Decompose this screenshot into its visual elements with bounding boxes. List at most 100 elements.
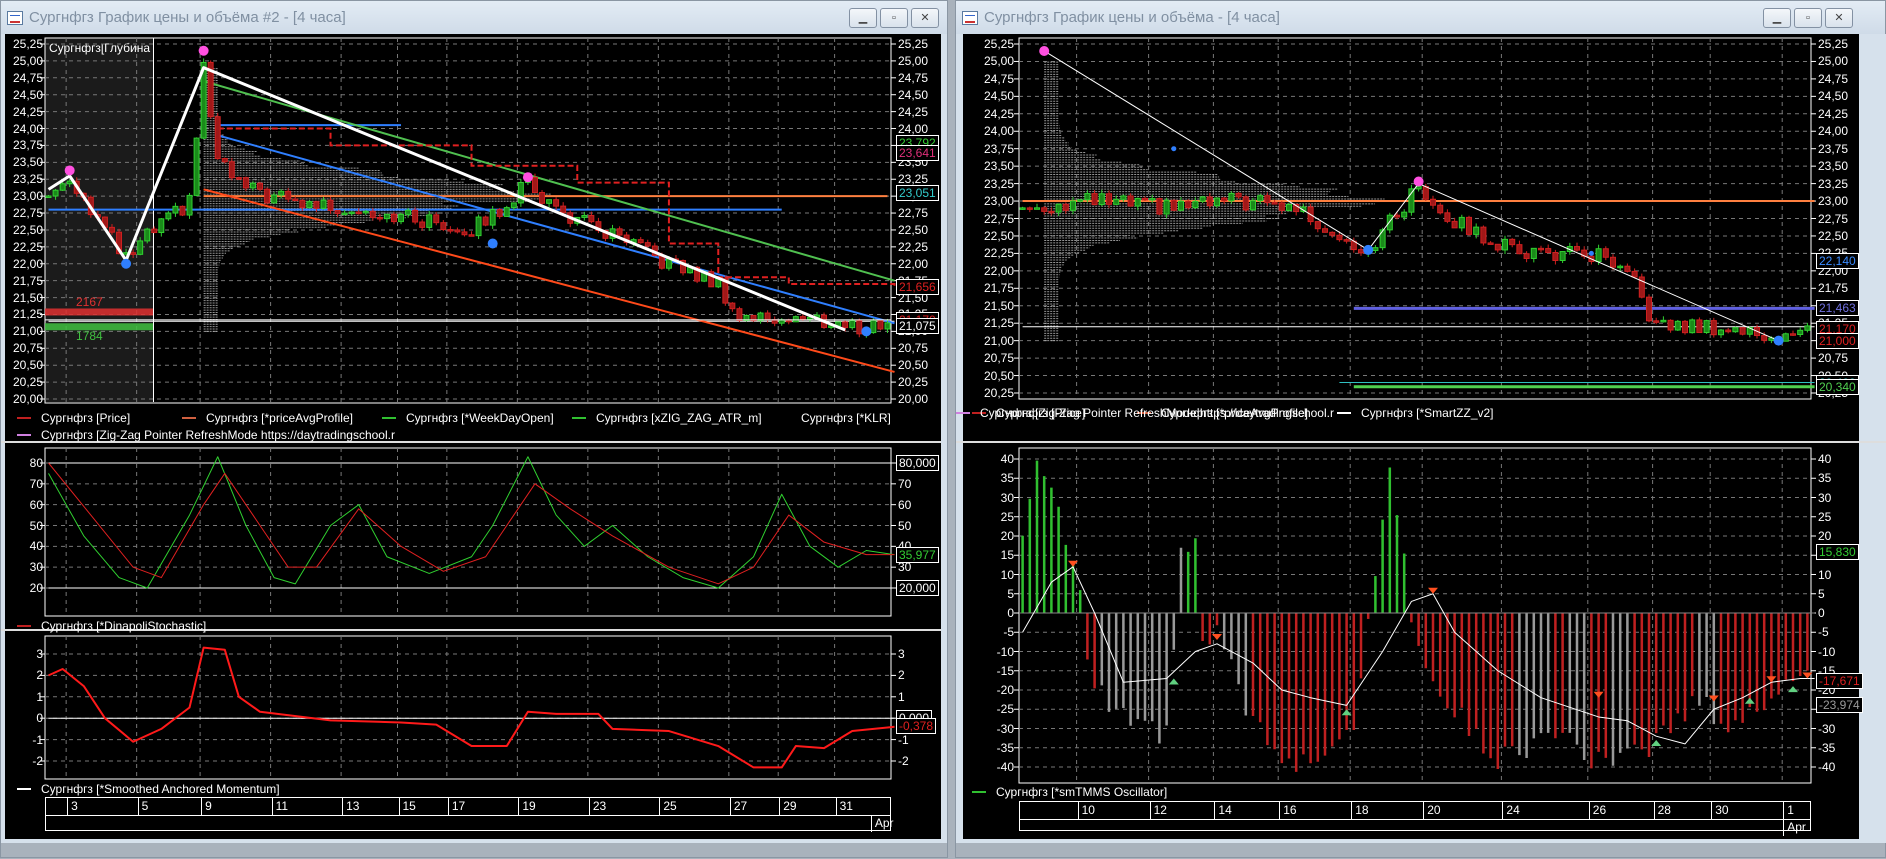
axis-label-left: 25,25 <box>983 37 1014 51</box>
legend-label: Сургнфгз [*SmartZZ_v2] <box>1361 406 1494 420</box>
depth-bid-volume: 1784 <box>76 329 103 344</box>
candle-body <box>1573 246 1581 251</box>
candle-body <box>1264 195 1271 204</box>
candle-body <box>1609 256 1617 268</box>
axis-label-left: 23,25 <box>12 172 43 187</box>
axis-label-right: 60 <box>898 497 912 512</box>
candle-body <box>496 209 503 217</box>
value-badge: 21,463 <box>1816 300 1859 317</box>
axis-label-right: 25,25 <box>898 37 929 51</box>
candle-body <box>1134 197 1141 207</box>
date-label: 15 <box>398 798 416 815</box>
legend-label: Сургнфгз [Zig-Zag Pointer RefreshMode ht… <box>41 428 395 442</box>
axis-label-right: 50 <box>898 518 912 533</box>
buy-signal-triangle <box>1651 740 1662 747</box>
candle-body <box>1537 247 1545 251</box>
legend-label: Сургнфгз [Zig-Zag Pointer RefreshMode ht… <box>980 406 1334 420</box>
zigzag-pointer-dot <box>121 258 132 269</box>
axis-label-left: 22,25 <box>12 239 43 254</box>
candle-body <box>1717 329 1725 336</box>
candle-body <box>475 216 482 237</box>
legend-swatch <box>182 417 196 419</box>
candle-body <box>1314 221 1321 230</box>
candle-body <box>1048 210 1055 214</box>
axis-label-right: 35 <box>1818 471 1832 486</box>
candle-body <box>250 182 256 189</box>
axis-label-left: 60 <box>29 497 43 512</box>
axis-label-right: 22,50 <box>1818 228 1849 243</box>
axis-label-left: 40 <box>29 539 43 554</box>
candle-body <box>1120 195 1127 200</box>
legend-item: Сургнфгз [*KLR] <box>777 411 891 425</box>
axis-label-left: -35 <box>996 740 1014 755</box>
date-label: 23 <box>588 798 606 815</box>
candle-body <box>1444 212 1451 222</box>
buy-signal-triangle <box>1744 697 1755 704</box>
legend-item: Сургнфгз [Price] <box>17 411 130 425</box>
axis-label-right: 22,25 <box>898 239 929 254</box>
candle-body <box>1228 192 1235 202</box>
date-label: 11 <box>271 798 288 815</box>
candle-body <box>1062 203 1069 211</box>
zigzag-pointer-dot <box>1363 244 1374 255</box>
date-axis[interactable]: 3 5 9 11 13 15 17 19 23 25 27 29 31 Apr <box>45 797 894 832</box>
candle-body <box>1725 329 1732 333</box>
candle-body <box>1689 319 1696 334</box>
candle-body <box>1329 231 1336 236</box>
candle-body <box>362 210 369 214</box>
candle-body <box>1437 204 1444 214</box>
date-axis[interactable]: 10 12 14 16 18 20 24 26 28 30 1 Apr <box>1019 801 1811 836</box>
candle-body <box>1149 198 1156 201</box>
axis-label-left: 24,00 <box>983 124 1014 139</box>
candle-body <box>341 212 348 216</box>
axis-label-left: 20,50 <box>983 368 1014 383</box>
value-badge: 21,075 <box>896 318 939 335</box>
candle-body <box>1077 199 1084 202</box>
axis-label-right: 25,25 <box>1818 37 1849 51</box>
candle-body <box>616 228 623 236</box>
zigzag-pointer-dot <box>1171 146 1177 152</box>
candle-body <box>1732 327 1739 333</box>
zigzag-pointer-dot <box>198 45 209 56</box>
candle-body <box>1804 325 1811 331</box>
axis-label-left: 25,00 <box>12 53 43 68</box>
candle-body <box>1285 203 1293 211</box>
candle-body <box>1026 207 1033 210</box>
candle-body <box>426 214 433 228</box>
axis-label-right: 22,00 <box>898 256 929 271</box>
legend-label: Сургнфгз [xZIG_ZAG_ATR_m] <box>596 411 762 425</box>
axis-label-left: 80 <box>29 456 43 470</box>
candle-body <box>1033 207 1041 210</box>
axis-label-left: 22,75 <box>12 206 43 221</box>
candle-body <box>327 199 334 211</box>
date-label: 16 <box>1279 802 1297 819</box>
date-label: 14 <box>1214 802 1232 819</box>
axis-label-left: -30 <box>996 721 1014 736</box>
axis-label-right: -10 <box>1818 644 1836 659</box>
axis-label-right: 22,75 <box>898 206 929 221</box>
legend-label: Сургнфгз [*KLR] <box>801 411 891 425</box>
indicator-line <box>48 456 895 589</box>
candle-body <box>412 209 419 223</box>
axis-label-left: 24,25 <box>12 104 43 119</box>
candle-body <box>489 209 496 226</box>
candle-body <box>292 198 299 202</box>
candle-body <box>1617 265 1624 269</box>
axis-label-left: 21,75 <box>12 273 43 288</box>
candle-body <box>1523 253 1530 259</box>
candle-body <box>1501 238 1509 251</box>
value-badge: 21,656 <box>896 279 939 296</box>
axis-label-right: 24,00 <box>898 121 929 136</box>
legend-item: Сургнфгз [*Smoothed Anchored Momentum] <box>17 782 280 796</box>
axis-label-right: 24,25 <box>1818 106 1849 121</box>
candle-body <box>144 228 151 242</box>
candle-body <box>1357 249 1365 254</box>
candle-body <box>482 216 489 226</box>
candle-body <box>1451 220 1458 229</box>
candle-body <box>398 213 404 223</box>
date-label: 18 <box>1351 802 1369 819</box>
axis-label-left: 24,50 <box>12 87 43 102</box>
candle-body <box>1177 200 1185 211</box>
legend-label: Сургнфгз [*smTMMS Oscillator] <box>996 785 1168 799</box>
axis-label-left: 23,50 <box>983 159 1014 174</box>
